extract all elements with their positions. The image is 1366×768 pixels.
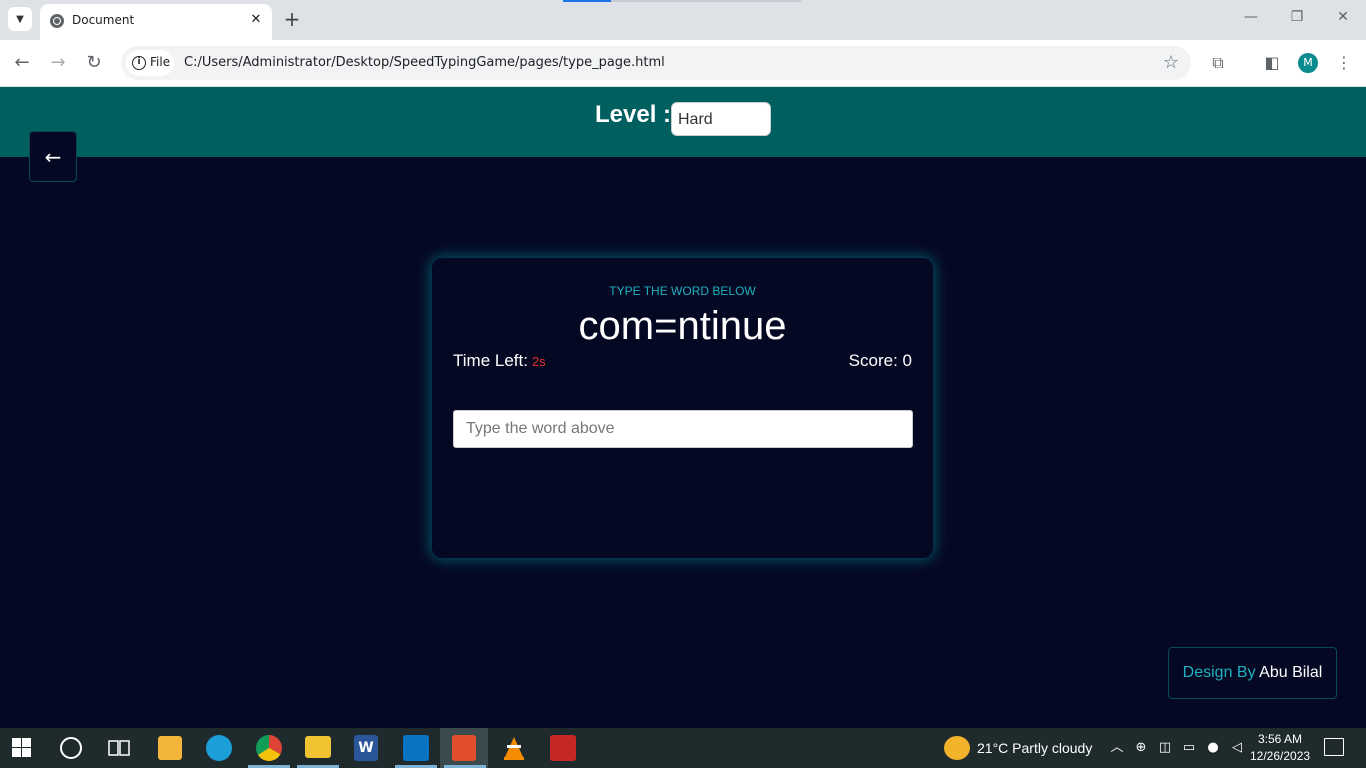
notifications-icon[interactable] bbox=[1324, 738, 1344, 756]
globe-icon bbox=[50, 14, 64, 28]
file-explorer-icon[interactable] bbox=[305, 736, 331, 758]
microphone-icon[interactable]: ● bbox=[1204, 739, 1222, 757]
tab-strip: ▼ Document ✕ + — ❐ ✕ bbox=[0, 0, 1366, 40]
word-input[interactable] bbox=[453, 410, 913, 448]
tab-search-button[interactable]: ▼ bbox=[8, 7, 32, 31]
weather-text[interactable]: 21°C Partly cloudy bbox=[977, 740, 1092, 756]
time-left-value: 2s bbox=[531, 354, 546, 369]
credit-prefix: Design By bbox=[1182, 664, 1256, 681]
meet-now-icon[interactable]: ◫ bbox=[1156, 739, 1174, 757]
chrome-icon[interactable] bbox=[256, 735, 282, 761]
new-tab-button[interactable]: + bbox=[282, 8, 302, 30]
minimize-icon[interactable]: — bbox=[1241, 9, 1261, 25]
extensions-icon[interactable]: ⧉ bbox=[1206, 51, 1230, 75]
time-left-label: Time Left: bbox=[453, 351, 528, 370]
credit-name: Abu Bilal bbox=[1259, 664, 1323, 681]
site-info-label: File bbox=[150, 55, 171, 69]
clock-time: 3:56 AM bbox=[1257, 732, 1303, 746]
browser-toolbar: ← → ↻ i File C:/Users/Administrator/Desk… bbox=[0, 40, 1366, 87]
system-clock[interactable]: 3:56 AM 12/26/2023 bbox=[1250, 731, 1310, 765]
tab-title: Document bbox=[72, 13, 135, 27]
design-credit: Design By Abu Bilal bbox=[1168, 647, 1337, 699]
address-bar[interactable]: i File C:/Users/Administrator/Desktop/Sp… bbox=[121, 46, 1191, 80]
taskbar: W 21°C Partly cloudy ︿ ⊕ ◫ ▭ ● ◁ 3:56 AM… bbox=[0, 728, 1366, 768]
side-panel-icon[interactable]: ◧ bbox=[1260, 51, 1284, 75]
clock-date: 12/26/2023 bbox=[1250, 749, 1311, 763]
reload-icon[interactable]: ↻ bbox=[81, 50, 107, 76]
info-icon: i bbox=[132, 56, 146, 70]
loading-indicator bbox=[563, 0, 611, 2]
chevron-down-icon: ▼ bbox=[16, 13, 24, 25]
vscode-icon[interactable] bbox=[403, 735, 429, 761]
loading-track bbox=[611, 0, 801, 2]
forward-arrow-icon[interactable]: → bbox=[45, 50, 71, 76]
page-content: Level : Hard ← TYPE THE WORD BELOW com=n… bbox=[0, 87, 1366, 728]
score: Score: 0 bbox=[849, 351, 912, 371]
weather-icon[interactable] bbox=[944, 736, 970, 760]
score-label: Score: bbox=[848, 351, 898, 370]
battery-icon[interactable]: ▭ bbox=[1180, 739, 1198, 757]
network-globe-icon[interactable]: ⊕ bbox=[1132, 739, 1150, 757]
target-word: com=ntinue bbox=[578, 304, 787, 348]
git-icon[interactable] bbox=[452, 735, 476, 761]
profile-avatar[interactable]: M bbox=[1298, 53, 1318, 73]
back-button[interactable]: ← bbox=[29, 131, 77, 182]
restore-icon[interactable]: ❐ bbox=[1287, 9, 1307, 25]
menu-dots-icon[interactable]: ⋮ bbox=[1332, 51, 1356, 75]
search-icon[interactable] bbox=[60, 737, 82, 759]
close-window-icon[interactable]: ✕ bbox=[1333, 9, 1353, 25]
screen-recorder-icon[interactable] bbox=[550, 735, 576, 761]
back-arrow-icon[interactable]: ← bbox=[9, 50, 35, 76]
instruction-text: TYPE THE WORD BELOW bbox=[609, 284, 756, 298]
score-value: 0 bbox=[902, 351, 912, 370]
time-left: Time Left: 2s bbox=[453, 351, 546, 371]
level-label: Level : bbox=[595, 101, 672, 128]
game-card: TYPE THE WORD BELOW com=ntinue Time Left… bbox=[432, 258, 933, 558]
bookmark-star-icon[interactable]: ☆ bbox=[1163, 52, 1179, 73]
url-text[interactable]: C:/Users/Administrator/Desktop/SpeedTypi… bbox=[184, 55, 665, 70]
level-header: Level : Hard bbox=[0, 87, 1366, 157]
site-info-chip[interactable]: i File bbox=[126, 50, 174, 76]
level-select[interactable]: Hard bbox=[671, 102, 771, 136]
arrow-left-icon: ← bbox=[44, 145, 62, 169]
store-icon[interactable] bbox=[158, 736, 182, 760]
word-icon[interactable]: W bbox=[354, 735, 378, 761]
windows-start-icon[interactable] bbox=[12, 738, 32, 758]
volume-icon[interactable]: ◁ bbox=[1228, 739, 1246, 757]
task-view-icon[interactable] bbox=[108, 738, 130, 758]
tab-document[interactable]: Document ✕ bbox=[40, 4, 272, 40]
chevron-up-icon[interactable]: ︿ bbox=[1108, 739, 1126, 757]
edge-icon[interactable] bbox=[206, 735, 232, 761]
vlc-icon[interactable] bbox=[501, 735, 527, 761]
close-tab-icon[interactable]: ✕ bbox=[248, 12, 264, 28]
